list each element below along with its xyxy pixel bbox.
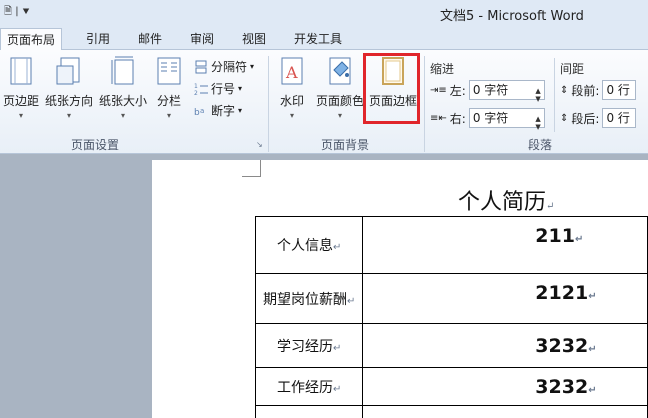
chevron-down-icon: ▾ xyxy=(166,111,171,120)
table-cell-value[interactable]: 211↵ xyxy=(362,216,648,274)
table-cell-label[interactable] xyxy=(254,405,364,418)
resume-table[interactable]: 个人信息↵ 211↵ 期望岗位薪酬↵ 2121↵ 学习经历↵ 3232↵ 工作经… xyxy=(254,216,648,418)
tab-references[interactable]: 引用 xyxy=(80,28,116,50)
spin-down-icon[interactable]: ▼ xyxy=(535,90,540,108)
watermark-label: 水印 xyxy=(279,94,304,108)
columns-button[interactable]: 分栏 ▾ xyxy=(152,56,186,126)
tab-view[interactable]: 视图 xyxy=(236,28,272,50)
breaks-button[interactable]: 分隔符 ▾ xyxy=(194,58,254,75)
columns-label: 分栏 xyxy=(156,94,181,108)
table-cell-label[interactable]: 学习经历↵ xyxy=(254,323,364,368)
page-background-group-label: 页面背景 xyxy=(320,138,369,152)
chevron-down-icon: ▾ xyxy=(250,62,255,71)
margins-icon xyxy=(7,56,35,86)
svg-text:2: 2 xyxy=(194,90,198,96)
line-numbers-button[interactable]: 12 行号 ▾ xyxy=(194,80,242,97)
indent-right-icon: ≡⇤ xyxy=(430,112,447,124)
table-row: 工作经历↵ 3232↵ xyxy=(254,367,648,406)
watermark-button[interactable]: A 水印 ▾ xyxy=(274,56,310,126)
spacing-before-row: ⇕ 段前: 0 行 xyxy=(560,80,637,100)
indent-left-input[interactable]: 0 字符 ▲ ▼ xyxy=(468,80,545,103)
table-row: 学习经历↵ 3232↵ xyxy=(254,323,648,368)
paragraph-mark: ↵ xyxy=(546,201,555,212)
size-label: 纸张大小 xyxy=(98,94,147,108)
page-color-button[interactable]: 页面颜色 ▾ xyxy=(315,56,365,126)
hyphenation-icon: ba xyxy=(194,104,208,118)
ribbon-tabs: 页面布局 引用 邮件 审阅 视图 开发工具 xyxy=(0,26,648,51)
indent-left-icon: ⇥≡ xyxy=(430,84,447,96)
window-title: 文档5 - Microsoft Word xyxy=(440,9,584,24)
tab-review[interactable]: 审阅 xyxy=(184,28,220,50)
table-cell-value[interactable]: 3232↵ xyxy=(362,323,648,368)
tab-mailings[interactable]: 邮件 xyxy=(132,28,168,50)
tab-developer[interactable]: 开发工具 xyxy=(288,28,348,50)
table-cell-value[interactable]: 3232↵ xyxy=(362,367,648,406)
svg-text:A: A xyxy=(285,63,298,82)
document-title[interactable]: 个人简历↵ xyxy=(458,184,554,216)
indent-title: 缩进 xyxy=(430,62,455,76)
title-bar: 🗎 | ⯆ 文档5 - Microsoft Word xyxy=(0,0,648,26)
table-row: 期望岗位薪酬↵ 2121↵ xyxy=(254,273,648,324)
table-cell-label[interactable]: 个人信息↵ xyxy=(254,216,364,274)
hyphenation-label: 断字 xyxy=(211,104,236,118)
spacing-before-label: 段前: xyxy=(571,83,600,98)
chevron-down-icon: ▾ xyxy=(289,111,294,120)
page-color-label: 页面颜色 xyxy=(315,94,364,108)
svg-text:a: a xyxy=(200,107,204,115)
indent-right-input[interactable]: 0 字符 ▲ ▼ xyxy=(468,108,545,131)
columns-icon xyxy=(155,56,183,86)
breaks-icon xyxy=(194,60,208,74)
spin-down-icon[interactable]: ▼ xyxy=(535,118,540,136)
orientation-icon xyxy=(55,56,83,86)
spacing-before-input[interactable]: 0 行 xyxy=(602,80,637,100)
group-divider xyxy=(424,56,425,152)
margin-corner-mark xyxy=(242,176,260,177)
line-numbers-label: 行号 xyxy=(211,82,236,96)
orientation-label: 纸张方向 xyxy=(44,94,93,108)
page-setup-group-label: 页面设置 xyxy=(70,138,119,152)
section-divider xyxy=(554,58,555,132)
spacing-after-label: 段后: xyxy=(571,111,600,126)
dialog-launcher-icon[interactable]: ↘ xyxy=(256,140,263,149)
chevron-down-icon: ▾ xyxy=(120,111,125,120)
svg-text:1: 1 xyxy=(194,83,198,90)
table-cell-label[interactable]: 期望岗位薪酬↵ xyxy=(254,273,364,324)
chevron-down-icon: ▾ xyxy=(18,111,23,120)
orientation-button[interactable]: 纸张方向 ▾ xyxy=(44,56,94,126)
spacing-after-row: ⇕ 段后: 0 行 xyxy=(560,108,637,128)
spacing-after-icon: ⇕ xyxy=(560,112,569,124)
highlight-box xyxy=(363,53,420,124)
margins-label: 页边距 xyxy=(2,94,39,108)
watermark-icon: A xyxy=(278,56,306,86)
page-color-icon xyxy=(326,56,354,86)
group-divider xyxy=(268,56,269,152)
breaks-label: 分隔符 xyxy=(211,60,248,74)
paragraph-group-label: 段落 xyxy=(527,138,552,152)
line-numbers-icon: 12 xyxy=(194,82,208,97)
paper-size-icon xyxy=(109,56,137,86)
spacing-before-icon: ⇕ xyxy=(560,84,569,96)
quick-access-toolbar[interactable]: 🗎 | ⯆ xyxy=(4,4,30,21)
hyphenation-button[interactable]: ba 断字 ▾ xyxy=(194,102,242,119)
chevron-down-icon: ▾ xyxy=(238,84,243,93)
indent-right-row: ≡⇤ 右: 0 字符 ▲ ▼ xyxy=(430,108,545,131)
indent-left-row: ⇥≡ 左: 0 字符 ▲ ▼ xyxy=(430,80,545,103)
table-row: 个人信息↵ 211↵ xyxy=(254,216,648,274)
table-row xyxy=(254,405,648,418)
table-cell-value[interactable] xyxy=(362,405,648,418)
tab-page-layout[interactable]: 页面布局 xyxy=(0,28,63,51)
chevron-down-icon: ▾ xyxy=(66,111,71,120)
margins-button[interactable]: 页边距 ▾ xyxy=(2,56,40,126)
spacing-title: 间距 xyxy=(560,62,585,76)
table-cell-label[interactable]: 工作经历↵ xyxy=(254,367,364,406)
size-button[interactable]: 纸张大小 ▾ xyxy=(98,56,148,126)
indent-right-label: 右: xyxy=(449,111,466,126)
table-cell-value[interactable]: 2121↵ xyxy=(362,273,648,324)
spacing-after-input[interactable]: 0 行 xyxy=(602,108,637,128)
margin-corner-mark xyxy=(260,160,261,177)
ribbon: 页边距 ▾ 纸张方向 ▾ 纸张大小 ▾ 分栏 ▾ 分隔符 ▾ 12 行号 ▾ b… xyxy=(0,50,648,154)
chevron-down-icon: ▾ xyxy=(238,106,243,115)
chevron-down-icon: ▾ xyxy=(337,111,342,120)
indent-left-label: 左: xyxy=(449,83,466,98)
